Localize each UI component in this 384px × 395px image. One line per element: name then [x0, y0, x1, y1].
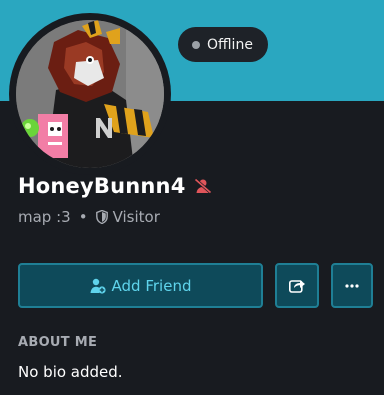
offline-dot-icon — [192, 40, 200, 49]
status-label: Offline — [207, 36, 253, 53]
about-me-heading: ABOUT ME — [18, 335, 98, 350]
ellipsis-icon — [345, 283, 359, 288]
share-button[interactable] — [275, 263, 319, 308]
profile-meta: map :3 • Visitor — [18, 208, 160, 226]
shield-icon — [95, 210, 108, 224]
rank-text: Visitor — [112, 208, 160, 226]
avatar[interactable] — [16, 20, 164, 168]
bio-text: No bio added. — [18, 363, 123, 381]
meta-separator: • — [78, 208, 88, 226]
username: HoneyBunnn4 — [18, 174, 186, 198]
more-options-button[interactable] — [331, 263, 373, 308]
avatar-image — [16, 20, 164, 168]
user-slash-icon — [194, 178, 212, 194]
username-row: HoneyBunnn4 — [18, 174, 212, 198]
add-friend-button[interactable]: Add Friend — [18, 263, 263, 308]
pronouns-text: map :3 — [18, 208, 71, 226]
add-friend-label: Add Friend — [111, 276, 192, 295]
user-plus-icon — [90, 278, 106, 294]
share-icon — [288, 278, 306, 293]
status-badge: Offline — [178, 27, 268, 62]
